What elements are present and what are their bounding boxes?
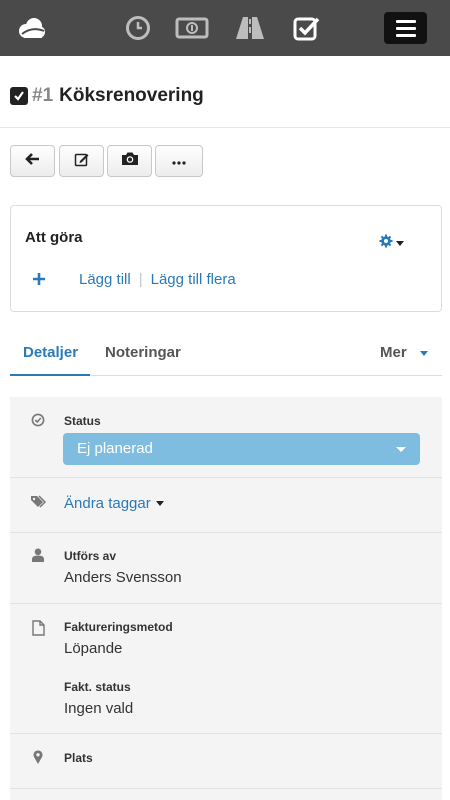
billing-status-value: Ingen vald <box>64 700 134 717</box>
edit-tags-dropdown[interactable]: Ändra taggar <box>64 495 164 512</box>
camera-button[interactable] <box>107 145 152 177</box>
edit-icon <box>74 151 90 172</box>
task-name: Köksrenovering <box>59 85 204 106</box>
performed-by-row: Utförs av Anders Svensson <box>10 533 442 604</box>
todo-add-links: Lägg till | Lägg till flera <box>79 271 236 288</box>
back-button[interactable] <box>10 145 55 177</box>
add-icon[interactable] <box>33 272 45 290</box>
map-marker-icon <box>30 749 46 765</box>
cloud-logo-icon[interactable] <box>14 14 48 42</box>
todo-heading: Att göra <box>25 229 83 246</box>
chevron-down-icon <box>155 501 164 506</box>
status-label: Status <box>64 414 101 428</box>
edit-tags-link: Ändra taggar <box>64 495 151 512</box>
back-arrow-icon <box>24 152 41 171</box>
status-row: Status Ej planerad <box>10 397 442 478</box>
tab-more-label: Mer <box>380 344 407 361</box>
top-nav-bar <box>0 0 450 56</box>
billing-status-label: Fakt. status <box>64 680 131 694</box>
checkbox-icon <box>10 87 28 105</box>
checkbox-icon[interactable] <box>290 12 324 44</box>
link-separator: | <box>138 271 143 288</box>
add-many-link[interactable]: Lägg till flera <box>151 271 236 288</box>
location-row: Plats <box>10 734 442 789</box>
tab-details[interactable]: Detaljer <box>10 334 90 376</box>
file-icon <box>30 620 46 636</box>
status-select-value: Ej planerad <box>77 440 153 457</box>
details-panel: Status Ej planerad Ändra taggar Utförs a… <box>10 397 442 800</box>
chevron-down-icon <box>396 447 406 452</box>
clock-icon[interactable] <box>121 12 155 44</box>
camera-icon <box>121 151 139 171</box>
location-label: Plats <box>64 751 93 765</box>
tab-more[interactable]: Mer <box>380 334 428 372</box>
money-icon[interactable] <box>175 12 209 44</box>
todo-panel: Att göra Lägg till | Lägg till flera <box>10 205 442 312</box>
todo-settings-dropdown[interactable] <box>379 234 404 253</box>
billing-method-value: Löpande <box>64 640 123 657</box>
divider <box>0 127 450 128</box>
billing-row: Faktureringsmetod Löpande Fakt. status I… <box>10 604 442 734</box>
more-button[interactable] <box>155 145 203 177</box>
add-link[interactable]: Lägg till <box>79 271 131 288</box>
road-icon[interactable] <box>233 12 267 44</box>
tags-row: Ändra taggar <box>10 478 442 533</box>
task-number: #1 <box>32 85 54 106</box>
billing-method-label: Faktureringsmetod <box>64 620 173 634</box>
page-title: #1 Köksrenovering <box>10 84 204 108</box>
hamburger-menu-icon[interactable] <box>384 12 427 44</box>
user-icon <box>30 547 46 563</box>
check-circle-icon <box>30 412 46 428</box>
gear-icon <box>379 234 393 253</box>
performed-by-value: Anders Svensson <box>64 569 182 586</box>
chevron-down-icon <box>396 241 404 246</box>
performed-by-label: Utförs av <box>64 549 117 563</box>
edit-button[interactable] <box>59 145 104 177</box>
status-select[interactable]: Ej planerad <box>63 433 420 465</box>
chevron-down-icon <box>419 350 428 356</box>
tags-icon <box>30 494 48 510</box>
tab-bar: Detaljer Noteringar Mer <box>10 334 442 376</box>
more-icon <box>172 152 186 170</box>
tab-notes[interactable]: Noteringar <box>105 334 181 376</box>
